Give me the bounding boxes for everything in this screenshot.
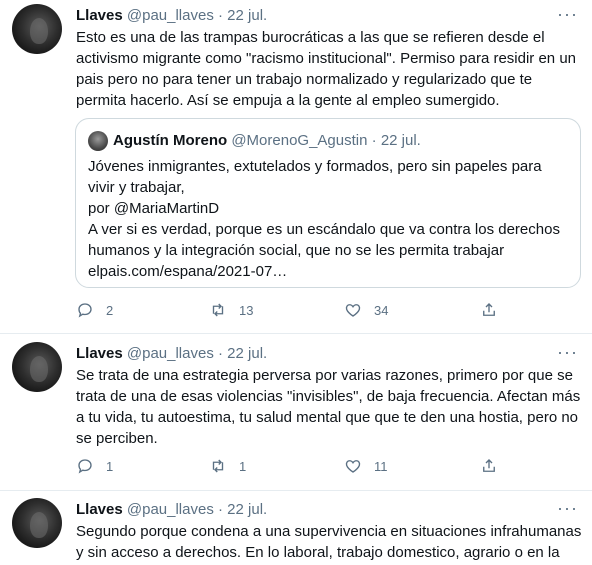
like-button[interactable]: 11 [344,457,388,475]
retweet-icon [212,459,224,473]
more-options-icon[interactable]: ··· [557,498,578,519]
separator-dot: · [218,345,223,362]
tweet[interactable]: Llaves @pau_llaves · 22 jul. ··· Segundo… [0,496,592,565]
author-name[interactable]: Llaves [76,501,123,518]
quoted-date: 22 jul. [380,132,421,149]
tweet-text: Se trata de una estrategia perversa por … [76,367,581,447]
retweet-count: 1 [239,458,247,474]
reply-button[interactable]: 1 [76,457,113,475]
tweet-header: Llaves @pau_llaves · 22 jul. [76,6,267,26]
reply-icon [78,459,92,474]
author-name[interactable]: Llaves [76,345,123,362]
reply-button[interactable]: 2 [76,301,113,319]
tweet-text: Esto es una de las trampas burocráticas … [76,29,577,109]
avatar[interactable] [12,498,62,548]
like-count: 34 [374,302,389,318]
author-handle[interactable]: @pau_llaves [127,501,214,518]
reply-count: 1 [106,458,114,474]
separator-dot: · [218,501,223,518]
quoted-mention-line: por @MariaMartinD [88,200,220,217]
like-count: 11 [374,458,388,474]
tweet-header: Llaves @pau_llaves · 22 jul. [76,344,267,364]
quoted-text: Jóvenes inmigrantes, extutelados y forma… [88,156,568,282]
more-options-icon[interactable]: ··· [557,4,578,25]
quoted-link: elpais.com/espana/2021-07… [88,263,288,280]
divider [0,490,592,491]
more-options-icon[interactable]: ··· [557,342,578,363]
tweet-date[interactable]: 22 jul. [227,7,267,24]
quoted-line: A ver si es verdad, porque es un escánda… [88,221,560,259]
author-name[interactable]: Llaves [76,7,123,24]
avatar[interactable] [12,4,62,54]
tweet-date[interactable]: 22 jul. [227,345,267,362]
heart-icon [345,460,361,473]
retweet-button[interactable]: 1 [209,457,246,475]
tweet-text: Segundo porque condena a una supervivenc… [76,523,582,561]
share-icon [483,459,495,472]
reply-count: 2 [106,302,114,318]
tweet-actions: 1 1 11 [76,457,516,477]
quoted-author-name: Agustín Moreno [113,132,228,149]
divider [0,333,592,334]
share-button[interactable] [480,301,498,319]
tweet-date[interactable]: 22 jul. [227,501,267,518]
like-button[interactable]: 34 [344,301,388,319]
retweet-count: 13 [239,302,254,318]
share-button[interactable] [480,457,498,475]
quoted-header: Agustín Moreno @MorenoG_Agustin · 22 jul… [113,131,421,151]
quoted-author-handle: @MorenoG_Agustin [231,132,368,149]
quoted-line: Jóvenes inmigrantes, extutelados y forma… [88,158,542,196]
separator-dot: · [371,132,377,149]
author-handle[interactable]: @pau_llaves [127,7,214,24]
heart-icon [345,304,361,317]
retweet-icon [212,303,224,317]
tweet-header: Llaves @pau_llaves · 22 jul. [76,500,267,520]
author-handle[interactable]: @pau_llaves [127,345,214,362]
retweet-button[interactable]: 13 [209,301,253,319]
avatar[interactable] [12,342,62,392]
reply-icon [78,303,92,318]
share-icon [483,303,495,316]
tweet[interactable]: Llaves @pau_llaves · 22 jul. ··· Esto es… [0,0,592,333]
tweet[interactable]: Llaves @pau_llaves · 22 jul. ··· Se trat… [0,340,592,490]
quoted-tweet[interactable]: Agustín Moreno @MorenoG_Agustin · 22 jul… [75,118,581,288]
separator-dot: · [218,7,223,24]
tweet-actions: 2 13 34 [76,301,516,321]
quoted-avatar [88,131,108,151]
